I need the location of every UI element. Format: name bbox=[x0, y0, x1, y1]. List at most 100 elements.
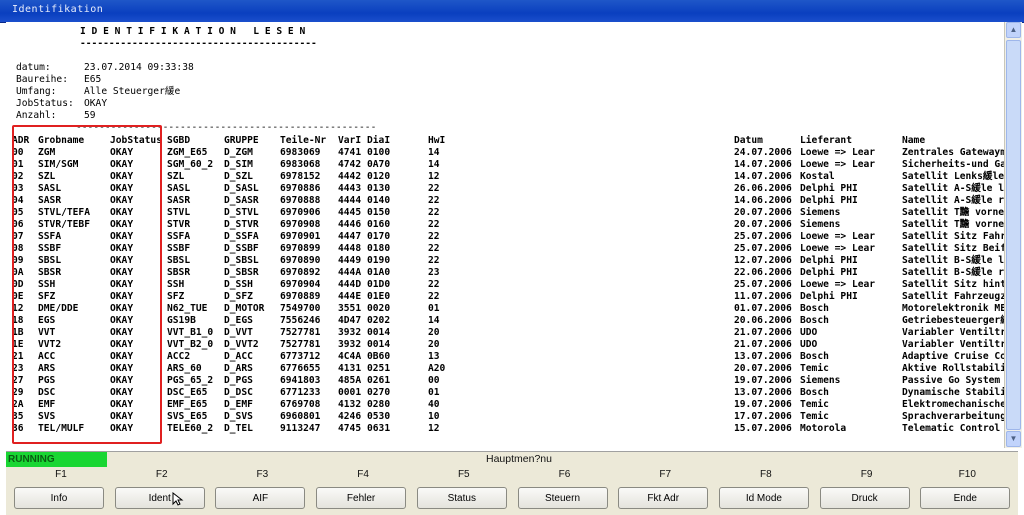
status-button[interactable]: Status bbox=[416, 487, 507, 509]
meta-label: Umfang: bbox=[16, 86, 57, 97]
table-cell: A20 bbox=[428, 363, 446, 374]
column-header: GRUPPE bbox=[224, 135, 259, 146]
table-cell: SBSL bbox=[167, 255, 191, 266]
fkey-label: F4 bbox=[357, 469, 369, 480]
table-cell: 0020 bbox=[367, 303, 391, 314]
table-cell: Loewe => Lear bbox=[800, 279, 876, 290]
function-key-bar: F1 Info F2 Ident F3 AIF F4 Fehler F5 Status F6 Steu… bbox=[6, 467, 1018, 515]
table-cell: Satellit Sitz hinte bbox=[902, 279, 1004, 290]
table-cell: 4C4A bbox=[338, 351, 362, 362]
table-cell: SSBF bbox=[167, 243, 191, 254]
table-cell: 0140 bbox=[367, 195, 391, 206]
table-cell: SVS_E65 bbox=[167, 411, 208, 422]
fehler-button[interactable]: Fehler bbox=[316, 487, 407, 509]
table-cell: D_ZGM bbox=[224, 147, 253, 158]
ident-button[interactable]: Ident bbox=[114, 487, 205, 509]
table-cell: Bosch bbox=[800, 303, 829, 314]
table-cell: SSFA bbox=[167, 231, 191, 242]
table-cell: D_SASR bbox=[224, 195, 259, 206]
table-cell: 0150 bbox=[367, 207, 391, 218]
table-cell: Temic bbox=[800, 363, 829, 374]
table-cell: 4246 bbox=[338, 411, 362, 422]
meta-value: E65 bbox=[84, 74, 102, 85]
table-cell: Dynamische Stabilit bbox=[902, 387, 1004, 398]
table-cell: Satellit Lenks緩le bbox=[902, 171, 1004, 182]
fkey-label: F10 bbox=[958, 469, 976, 480]
table-cell: Satellit Sitz Beifa bbox=[902, 243, 1004, 254]
table-cell: D_VVT bbox=[224, 327, 253, 338]
table-cell: Satellit B-S緩le li bbox=[902, 255, 1004, 266]
table-cell: 12 bbox=[428, 423, 440, 434]
table-cell: 4448 bbox=[338, 243, 362, 254]
steuern-button[interactable]: Steuern bbox=[517, 487, 608, 509]
vertical-scrollbar[interactable]: ▲ ▼ bbox=[1004, 22, 1022, 448]
table-cell: TELE60_2 bbox=[167, 423, 214, 434]
table-cell: 00 bbox=[428, 375, 440, 386]
info-button[interactable]: Info bbox=[14, 487, 104, 509]
table-cell: Loewe => Lear bbox=[800, 147, 876, 158]
scroll-up-icon[interactable]: ▲ bbox=[1006, 22, 1021, 38]
fkey-f7: F7 Fkt Adr bbox=[615, 469, 715, 513]
table-cell: SSH bbox=[167, 279, 185, 290]
table-cell: 15.07.2006 bbox=[734, 423, 792, 434]
table-cell: STVR bbox=[167, 219, 191, 230]
table-cell: D_SSBF bbox=[224, 243, 259, 254]
table-cell: SASR bbox=[167, 195, 191, 206]
table-cell: 485A bbox=[338, 375, 362, 386]
fkey-f10: F10 Ende bbox=[917, 469, 1017, 513]
window-title: Identifikation bbox=[12, 4, 104, 15]
table-cell: 0631 bbox=[367, 423, 391, 434]
meta-value: Alle Steuerger緩e bbox=[84, 86, 181, 97]
table-cell: Delphi PHI bbox=[800, 267, 858, 278]
table-cell: 12.07.2006 bbox=[734, 255, 792, 266]
table-cell: STVL bbox=[167, 207, 191, 218]
table-cell: 22.06.2006 bbox=[734, 267, 792, 278]
table-cell: 6970889 bbox=[280, 291, 321, 302]
table-cell: SGM_60_2 bbox=[167, 159, 214, 170]
table-cell: 20 bbox=[428, 327, 440, 338]
window-titlebar[interactable]: Identifikation bbox=[0, 0, 1024, 23]
table-cell: 4442 bbox=[338, 171, 362, 182]
table-cell: Telematic Control U bbox=[902, 423, 1004, 434]
aif-button[interactable]: AIF bbox=[215, 487, 306, 509]
table-cell: DSC_E65 bbox=[167, 387, 208, 398]
table-cell: Getriebesteuerger緩 bbox=[902, 315, 1004, 326]
table-cell: Delphi PHI bbox=[800, 195, 858, 206]
table-cell: 0100 bbox=[367, 147, 391, 158]
column-header: Datum bbox=[734, 135, 763, 146]
table-cell: 444A bbox=[338, 267, 362, 278]
table-cell: 01A0 bbox=[367, 267, 391, 278]
table-cell: D_MOTOR bbox=[224, 303, 265, 314]
id-mode-button[interactable]: Id Mode bbox=[718, 487, 809, 509]
table-cell: 24.07.2006 bbox=[734, 147, 792, 158]
table-cell: 0251 bbox=[367, 363, 391, 374]
table-cell: 25.07.2006 bbox=[734, 231, 792, 242]
report-area[interactable]: I D E N T I F I K A T I O N L E S E N --… bbox=[6, 22, 1004, 448]
table-cell: 6970886 bbox=[280, 183, 321, 194]
table-cell: 13.07.2006 bbox=[734, 351, 792, 362]
table-cell: 22 bbox=[428, 291, 440, 302]
table-cell: Delphi PHI bbox=[800, 255, 858, 266]
druck-button[interactable]: Druck bbox=[819, 487, 910, 509]
identification-window: Identifikation I D E N T I F I K A T I O… bbox=[0, 0, 1024, 515]
table-cell: 22 bbox=[428, 279, 440, 290]
meta-label: JobStatus: bbox=[16, 98, 74, 109]
ende-button[interactable]: Ende bbox=[920, 487, 1011, 509]
table-cell: 22 bbox=[428, 219, 440, 230]
meta-label: Anzahl: bbox=[16, 110, 57, 121]
table-cell: Satellit Sitz Fahre bbox=[902, 231, 1004, 242]
table-cell: Temic bbox=[800, 399, 829, 410]
column-header: Name bbox=[902, 135, 926, 146]
table-cell: 0202 bbox=[367, 315, 391, 326]
scroll-down-icon[interactable]: ▼ bbox=[1006, 431, 1021, 447]
table-cell: 26.06.2006 bbox=[734, 183, 792, 194]
table-cell: 4131 bbox=[338, 363, 362, 374]
table-cell: 21.07.2006 bbox=[734, 327, 792, 338]
fkey-f2: F2 Ident bbox=[112, 469, 212, 513]
fkt-adr-button[interactable]: Fkt Adr bbox=[618, 487, 709, 509]
table-cell: 25.07.2006 bbox=[734, 243, 792, 254]
table-cell: D_DSC bbox=[224, 387, 253, 398]
meta-row: JobStatus: OKAY bbox=[16, 98, 194, 110]
fkey-label: F8 bbox=[760, 469, 772, 480]
scroll-thumb[interactable] bbox=[1006, 40, 1021, 430]
